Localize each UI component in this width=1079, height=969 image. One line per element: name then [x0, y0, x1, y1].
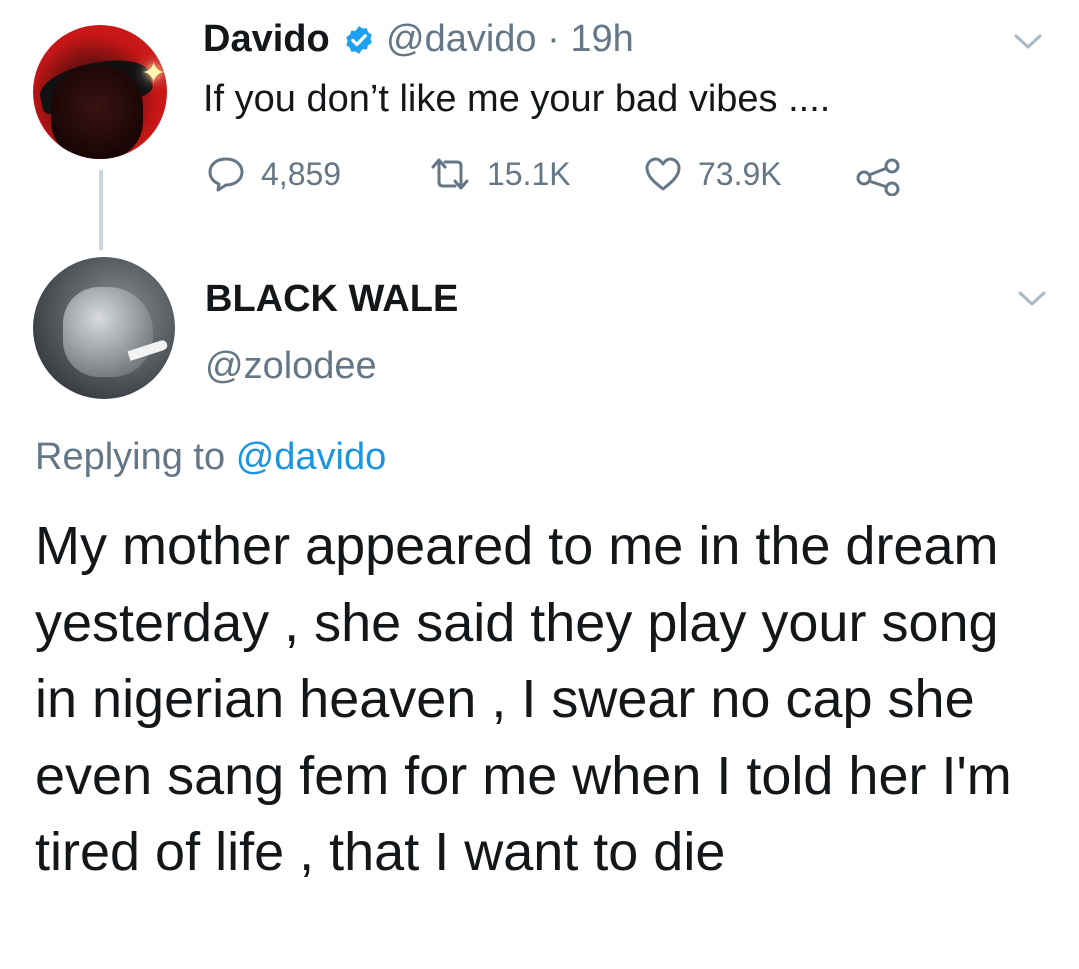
- chevron-down-icon[interactable]: [1017, 290, 1047, 308]
- author-handle-and-time: @davido · 19h: [386, 18, 634, 61]
- reply-action[interactable]: 4,859: [205, 155, 341, 193]
- heart-icon: [645, 157, 681, 191]
- retweet-icon: [431, 158, 469, 190]
- meta-separator: ·: [547, 18, 560, 60]
- retweet-count: 15.1K: [487, 155, 571, 192]
- replying-to-label: Replying to: [35, 436, 226, 478]
- replying-to-mention[interactable]: @davido: [236, 436, 387, 478]
- avatar-face: [51, 65, 143, 159]
- tweet-time[interactable]: 19h: [570, 18, 633, 60]
- reply-author-handle[interactable]: @zolodee: [205, 345, 377, 388]
- like-count: 73.9K: [698, 155, 782, 192]
- reply-icon: [208, 157, 244, 192]
- avatar-davido[interactable]: ✦: [33, 25, 167, 159]
- chevron-down-icon[interactable]: [1013, 33, 1043, 51]
- author-name[interactable]: Davido: [203, 18, 330, 61]
- avatar-elephant: [63, 287, 153, 377]
- retweet-action[interactable]: 15.1K: [427, 155, 571, 193]
- verified-badge-icon: [346, 26, 372, 54]
- reply-count: 4,859: [261, 155, 342, 192]
- like-action[interactable]: 73.9K: [642, 155, 782, 193]
- tweet-text: If you don’t like me your bad vibes ....: [203, 78, 831, 120]
- replying-to-line: Replying to @davido: [35, 436, 386, 479]
- reply-tweet-text: My mother appeared to me in the dream ye…: [35, 516, 1012, 882]
- avatar-black-wale[interactable]: [33, 257, 175, 399]
- sparkle-icon: ✦: [141, 57, 167, 90]
- share-icon[interactable]: [855, 158, 903, 196]
- thread-connector-line: [99, 170, 103, 250]
- reply-author-name[interactable]: BLACK WALE: [205, 278, 458, 321]
- author-handle[interactable]: @davido: [386, 18, 537, 60]
